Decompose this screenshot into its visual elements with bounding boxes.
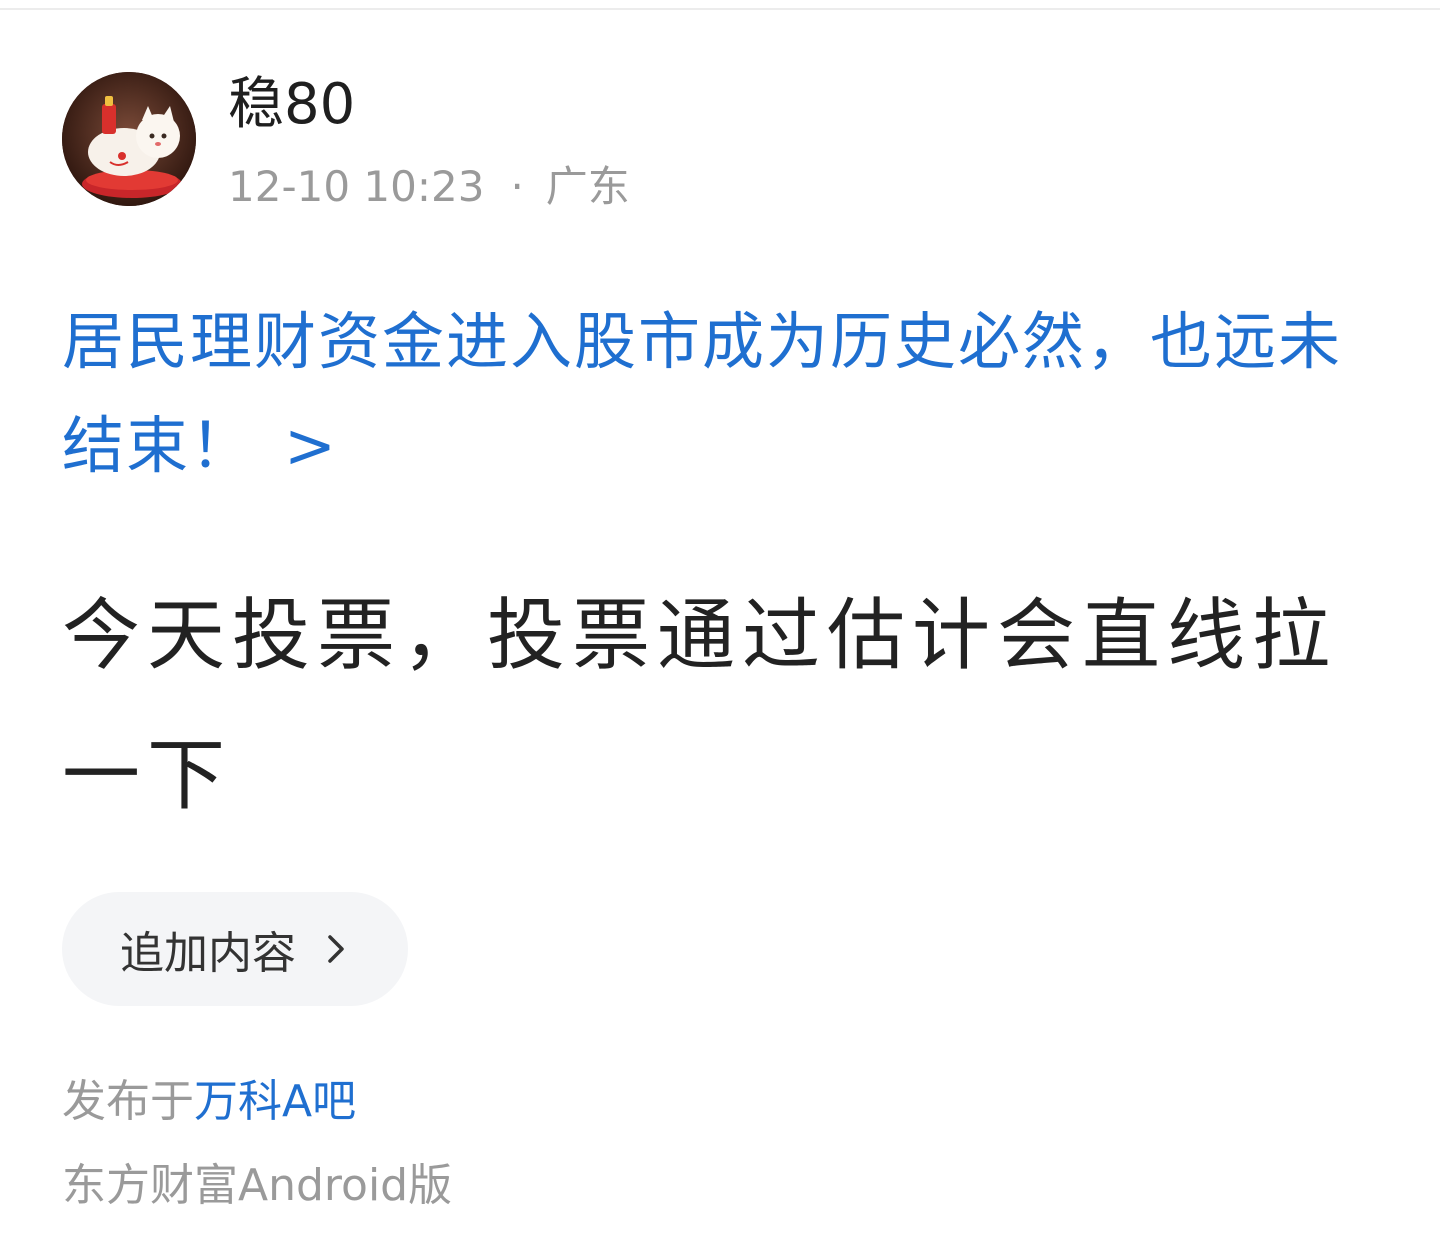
posted-in: 发布于万科A吧 (62, 1072, 356, 1132)
top-divider (0, 8, 1440, 10)
author-avatar[interactable] (62, 72, 196, 206)
post-headline-link[interactable]: 居民理财资金进入股市成为历史必然，也远未结束！ > (62, 290, 1392, 498)
post-time: 12-10 10:23 (228, 162, 485, 211)
add-content-label: 追加内容 (120, 928, 296, 979)
forum-link[interactable]: 万科A吧 (194, 1076, 356, 1127)
client-source: 东方财富Android版 (62, 1160, 453, 1211)
author-name[interactable]: 稳80 (228, 70, 355, 140)
post-content: 今天投票，投票通过估计会直线拉一下 (62, 591, 1338, 821)
headline-arrow-icon: > (284, 409, 338, 482)
meta-separator: · (510, 162, 524, 211)
post-location: 广东 (545, 162, 630, 211)
post-meta: 12-10 10:23 · 广东 (228, 158, 630, 216)
lucky-cat-avatar-icon (62, 72, 196, 206)
headline-text: 居民理财资金进入股市成为历史必然，也远未结束！ (62, 305, 1343, 482)
posted-in-prefix: 发布于 (62, 1076, 194, 1127)
add-content-button[interactable]: 追加内容 (62, 892, 408, 1006)
chevron-right-icon (328, 935, 344, 963)
